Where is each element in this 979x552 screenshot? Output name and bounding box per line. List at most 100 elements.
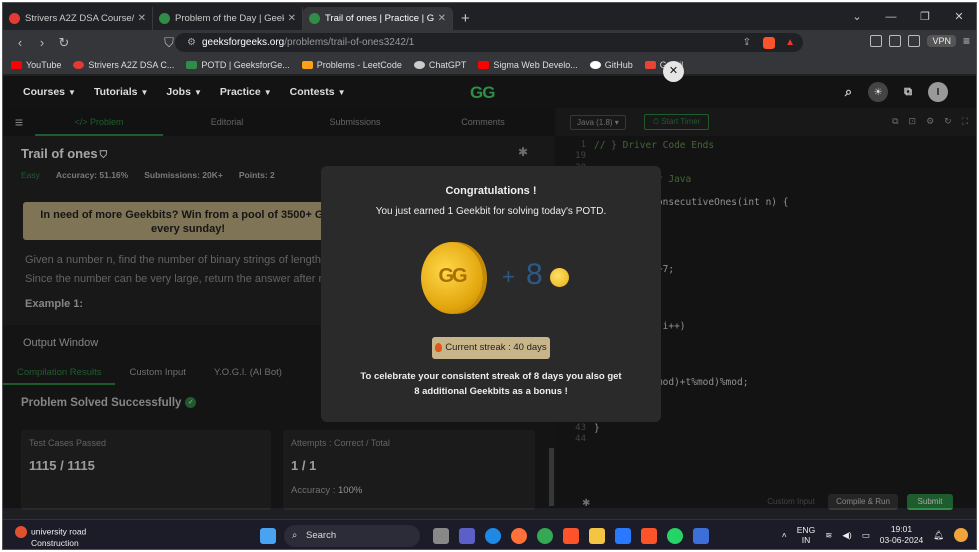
search-icon[interactable]: ⌕ bbox=[845, 84, 852, 100]
gfg-icon bbox=[186, 60, 198, 69]
battery-icon[interactable]: ▭ bbox=[862, 530, 870, 541]
whatsapp-icon[interactable] bbox=[667, 528, 683, 544]
brave-active-icon[interactable] bbox=[641, 528, 657, 544]
windows-start-icon[interactable] bbox=[260, 528, 276, 544]
forward-icon[interactable]: › bbox=[31, 35, 53, 50]
task-view-icon[interactable] bbox=[433, 528, 449, 544]
toolbar-actions: VPN ≡ bbox=[870, 34, 970, 48]
clock[interactable]: 19:01 03-06-2024 bbox=[880, 524, 923, 546]
brave-rewards-icon[interactable]: ▲ bbox=[785, 37, 795, 48]
share-icon[interactable]: ⇪ bbox=[743, 37, 751, 48]
bookmark-striver[interactable]: Strivers A2Z DSA C... bbox=[73, 60, 174, 70]
gfg-logo[interactable]: GG bbox=[470, 83, 495, 103]
chevron-down-icon: ▼ bbox=[68, 88, 76, 97]
system-tray: ˄ ENG IN ≋ ◀) ▭ 19:01 03-06-2024 🔔︎ bbox=[782, 524, 968, 546]
firefox-icon[interactable] bbox=[511, 528, 527, 544]
tab-search-icon[interactable]: ⌄ bbox=[840, 10, 874, 23]
chrome-icon[interactable] bbox=[537, 528, 553, 544]
avatar[interactable]: I bbox=[928, 82, 948, 102]
nav-tutorials[interactable]: Tutorials ▼ bbox=[94, 86, 148, 98]
chevron-down-icon: ▼ bbox=[263, 88, 272, 97]
leetcode-icon bbox=[301, 60, 313, 69]
teams-icon[interactable] bbox=[459, 528, 475, 544]
maximize-button[interactable]: ❐ bbox=[908, 10, 942, 23]
language-indicator[interactable]: ENG IN bbox=[797, 525, 815, 545]
geekbit-coin-icon: GG bbox=[421, 242, 483, 314]
browser-window: Strivers A2Z DSA Course/Sheet - Cra ✕ Pr… bbox=[2, 2, 977, 550]
sigma-icon bbox=[478, 60, 490, 69]
gmail-icon bbox=[644, 60, 656, 69]
help-icon[interactable] bbox=[485, 528, 501, 544]
nav-jobs[interactable]: Jobs ▼ bbox=[166, 86, 201, 98]
tab-trail-of-ones[interactable]: Trail of ones | Practice | Geeksfor ✕ bbox=[303, 7, 453, 30]
wallet-icon[interactable] bbox=[908, 35, 921, 47]
github-icon bbox=[589, 60, 601, 69]
volume-icon[interactable]: ◀) bbox=[842, 530, 851, 541]
taskbar-apps bbox=[433, 528, 709, 544]
streak-badge: Current streak : 40 days bbox=[432, 337, 550, 359]
taskbar-search[interactable]: ⌕ Search bbox=[284, 525, 420, 547]
modal-message: You just earned 1 Geekbit for solving to… bbox=[375, 206, 607, 217]
wifi-icon[interactable]: ≋ bbox=[825, 530, 832, 541]
gfg-navbar: Courses ▼ Tutorials ▼ Jobs ▼ Practice ▼ Cont… bbox=[3, 76, 976, 108]
calculator-icon[interactable] bbox=[693, 528, 709, 544]
site-info-icon[interactable]: ⚙ bbox=[187, 37, 196, 48]
close-window-button[interactable]: ✕ bbox=[942, 10, 976, 23]
modal-title: Congratulations ! bbox=[445, 185, 537, 197]
bonus-count: 8 bbox=[526, 258, 543, 291]
nav-contests[interactable]: Contests ▼ bbox=[290, 86, 346, 98]
reload-icon[interactable]: ↻ bbox=[53, 35, 75, 51]
minimize-button[interactable]: — bbox=[874, 11, 908, 23]
striver-favicon-icon bbox=[9, 13, 20, 24]
nav-practice[interactable]: Practice ▼ bbox=[220, 86, 272, 98]
weather-widget[interactable]: university road Construction bbox=[15, 526, 86, 548]
bookmark-github[interactable]: GitHub bbox=[589, 60, 633, 70]
chevron-up-icon[interactable]: ˄ bbox=[782, 530, 787, 540]
chevron-down-icon: ▼ bbox=[193, 88, 202, 97]
congrats-modal: Congratulations ! You just earned 1 Geek… bbox=[321, 166, 661, 422]
taskbar: university road Construction ⌕ Search ˄ E… bbox=[3, 519, 976, 549]
bookmark-chatgpt[interactable]: ChatGPT bbox=[413, 60, 466, 70]
sidebar-icon[interactable] bbox=[889, 35, 902, 47]
gfg-nav-actions: ⌕ ☀ ⧉ I bbox=[845, 82, 948, 102]
tab-striver[interactable]: Strivers A2Z DSA Course/Sheet - Cra ✕ bbox=[3, 7, 153, 30]
extensions-icon[interactable] bbox=[870, 35, 883, 47]
nav-courses[interactable]: Courses ▼ bbox=[23, 86, 76, 98]
chevron-down-icon: ▼ bbox=[140, 88, 149, 97]
close-tab-icon[interactable]: ✕ bbox=[288, 13, 296, 24]
bookmark-potd[interactable]: POTD | GeeksforGe... bbox=[186, 60, 290, 70]
search-icon: ⌕ bbox=[292, 530, 298, 541]
striver-icon bbox=[73, 60, 85, 69]
translate-icon[interactable]: ⧉ bbox=[904, 86, 912, 99]
gfg-favicon-icon bbox=[159, 13, 170, 24]
back-icon[interactable]: ‹ bbox=[9, 35, 31, 50]
vscode-icon[interactable] bbox=[615, 528, 631, 544]
small-coin-icon bbox=[550, 268, 569, 287]
bookmark-leetcode[interactable]: Problems - LeetCode bbox=[301, 60, 402, 70]
bookmarks-bar: YouTube Strivers A2Z DSA C... POTD | Gee… bbox=[3, 55, 976, 75]
fire-icon bbox=[435, 342, 443, 352]
menu-icon[interactable]: ≡ bbox=[963, 34, 970, 48]
brave-icon[interactable] bbox=[563, 528, 579, 544]
bonus-message: To celebrate your consistent streak of 8… bbox=[360, 371, 622, 397]
plus-sign: + bbox=[502, 264, 515, 289]
url-bar[interactable]: ⚙ geeksforgeeks.org/problems/trail-of-on… bbox=[175, 33, 803, 52]
chevron-down-icon: ▼ bbox=[337, 88, 346, 97]
bookmark-sigma[interactable]: Sigma Web Develo... bbox=[478, 60, 578, 70]
file-explorer-icon[interactable] bbox=[589, 528, 605, 544]
vpn-button[interactable]: VPN bbox=[927, 35, 956, 47]
brave-shield-icon[interactable] bbox=[763, 36, 775, 49]
close-modal-button[interactable]: ✕ bbox=[663, 61, 684, 82]
chatgpt-icon bbox=[413, 60, 425, 69]
copilot-icon[interactable] bbox=[954, 528, 968, 542]
address-toolbar: ‹ › ↻ ⛉ ⚙ geeksforgeeks.org/problems/tra… bbox=[3, 30, 976, 55]
close-tab-icon[interactable]: ✕ bbox=[138, 13, 146, 24]
traffic-icon bbox=[15, 526, 27, 538]
theme-toggle-icon[interactable]: ☀ bbox=[868, 82, 889, 102]
window-controls: ⌄ — ❐ ✕ bbox=[840, 3, 976, 30]
notifications-icon[interactable]: 🔔︎ bbox=[933, 530, 944, 541]
bookmark-youtube[interactable]: YouTube bbox=[11, 60, 61, 70]
tab-potd[interactable]: Problem of the Day | GeeksforGeeks ✕ bbox=[153, 7, 303, 30]
new-tab-button[interactable]: + bbox=[453, 10, 478, 30]
close-tab-icon[interactable]: ✕ bbox=[438, 13, 446, 24]
